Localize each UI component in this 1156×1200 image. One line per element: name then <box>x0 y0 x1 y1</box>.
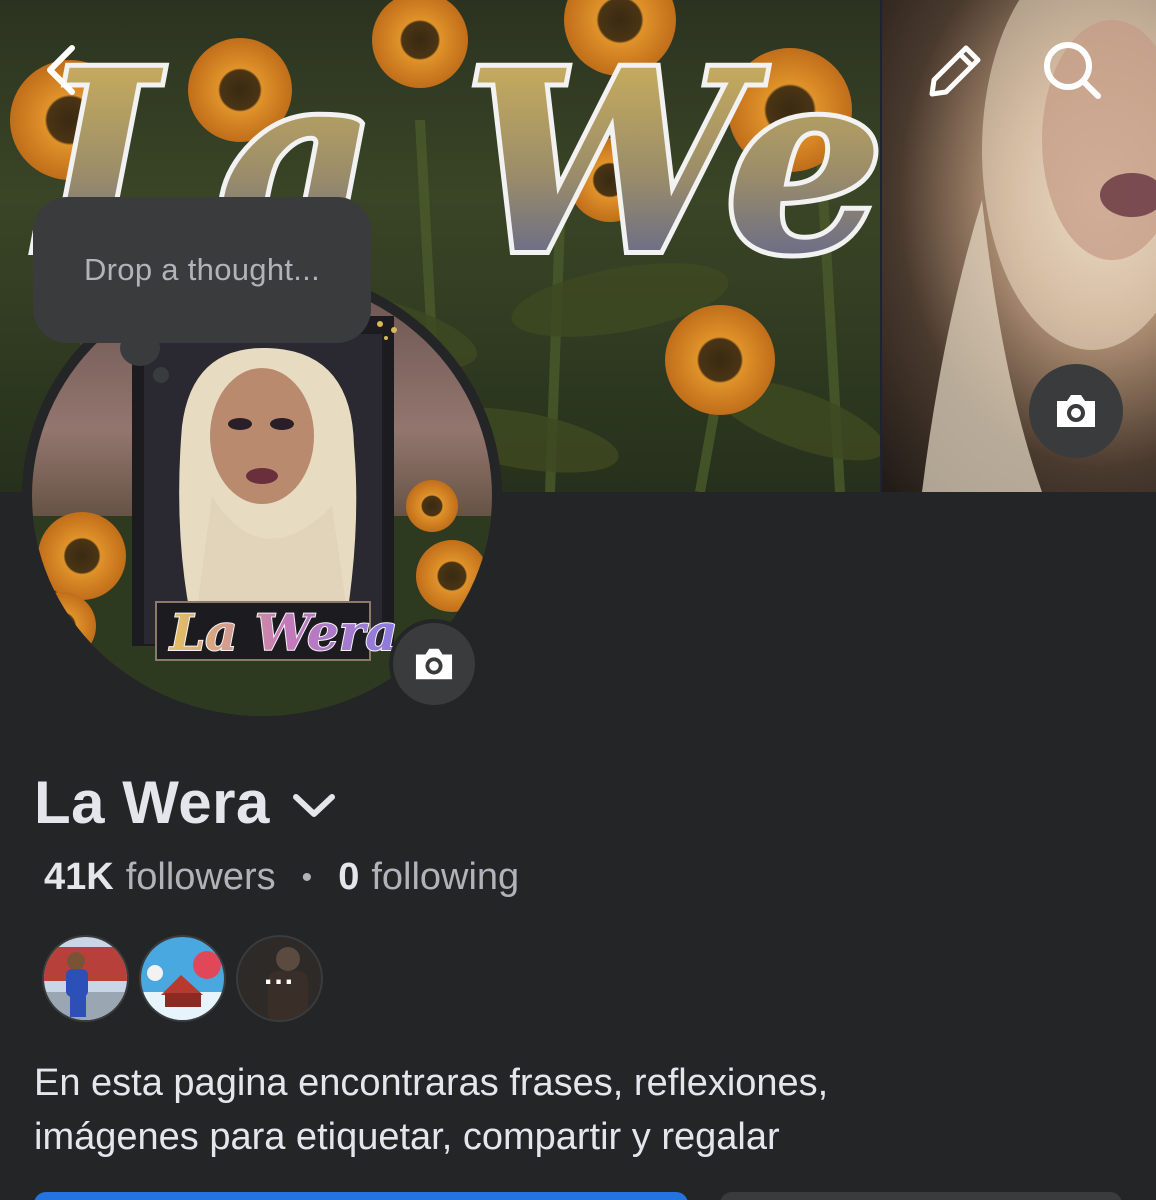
camera-icon <box>1057 395 1095 427</box>
more-followers-button[interactable]: ... <box>236 935 323 1022</box>
followers-avatars: ... <box>42 935 323 1022</box>
chevron-left-icon <box>47 45 75 95</box>
profile-name: La Wera <box>34 769 270 836</box>
drop-thought-placeholder: Drop a thought... <box>83 252 321 287</box>
profile-camera-button[interactable] <box>389 619 479 709</box>
secondary-action-button[interactable] <box>720 1192 1122 1200</box>
profile-name-switcher[interactable]: La Wera <box>34 768 336 837</box>
chevron-down-icon <box>292 793 335 817</box>
drop-thought-bubble[interactable]: Drop a thought... <box>33 197 371 343</box>
following-link[interactable]: 0 following <box>338 856 519 899</box>
bio-line: imágenes para etiquetar, compartir y reg… <box>34 1116 780 1158</box>
following-label: following <box>371 856 520 898</box>
stats-separator: • <box>301 860 313 894</box>
search-button[interactable] <box>1040 38 1104 102</box>
followers-label: followers <box>125 856 276 898</box>
following-count: 0 <box>338 856 360 898</box>
back-button[interactable] <box>30 38 94 102</box>
pencil-icon <box>929 45 981 97</box>
more-icon: ... <box>263 957 295 991</box>
profile-bio: En esta pagina encontraras frases, refle… <box>34 1056 1114 1164</box>
thought-bubble-tail-small <box>153 367 169 383</box>
edit-button[interactable] <box>924 38 988 102</box>
search-icon <box>1044 42 1101 99</box>
followers-link[interactable]: 41K followers <box>44 856 276 899</box>
follow-stats: 41K followers • 0 following <box>44 856 519 899</box>
primary-action-button[interactable] <box>34 1192 688 1200</box>
follower-avatar[interactable] <box>42 935 129 1022</box>
followers-count: 41K <box>44 856 114 898</box>
camera-icon <box>415 648 453 680</box>
avatar-logo-text: La Wera <box>168 603 398 662</box>
follower-avatar[interactable] <box>139 935 226 1022</box>
bio-line: En esta pagina encontraras frases, refle… <box>34 1062 829 1104</box>
cover-camera-button[interactable] <box>1029 364 1123 458</box>
